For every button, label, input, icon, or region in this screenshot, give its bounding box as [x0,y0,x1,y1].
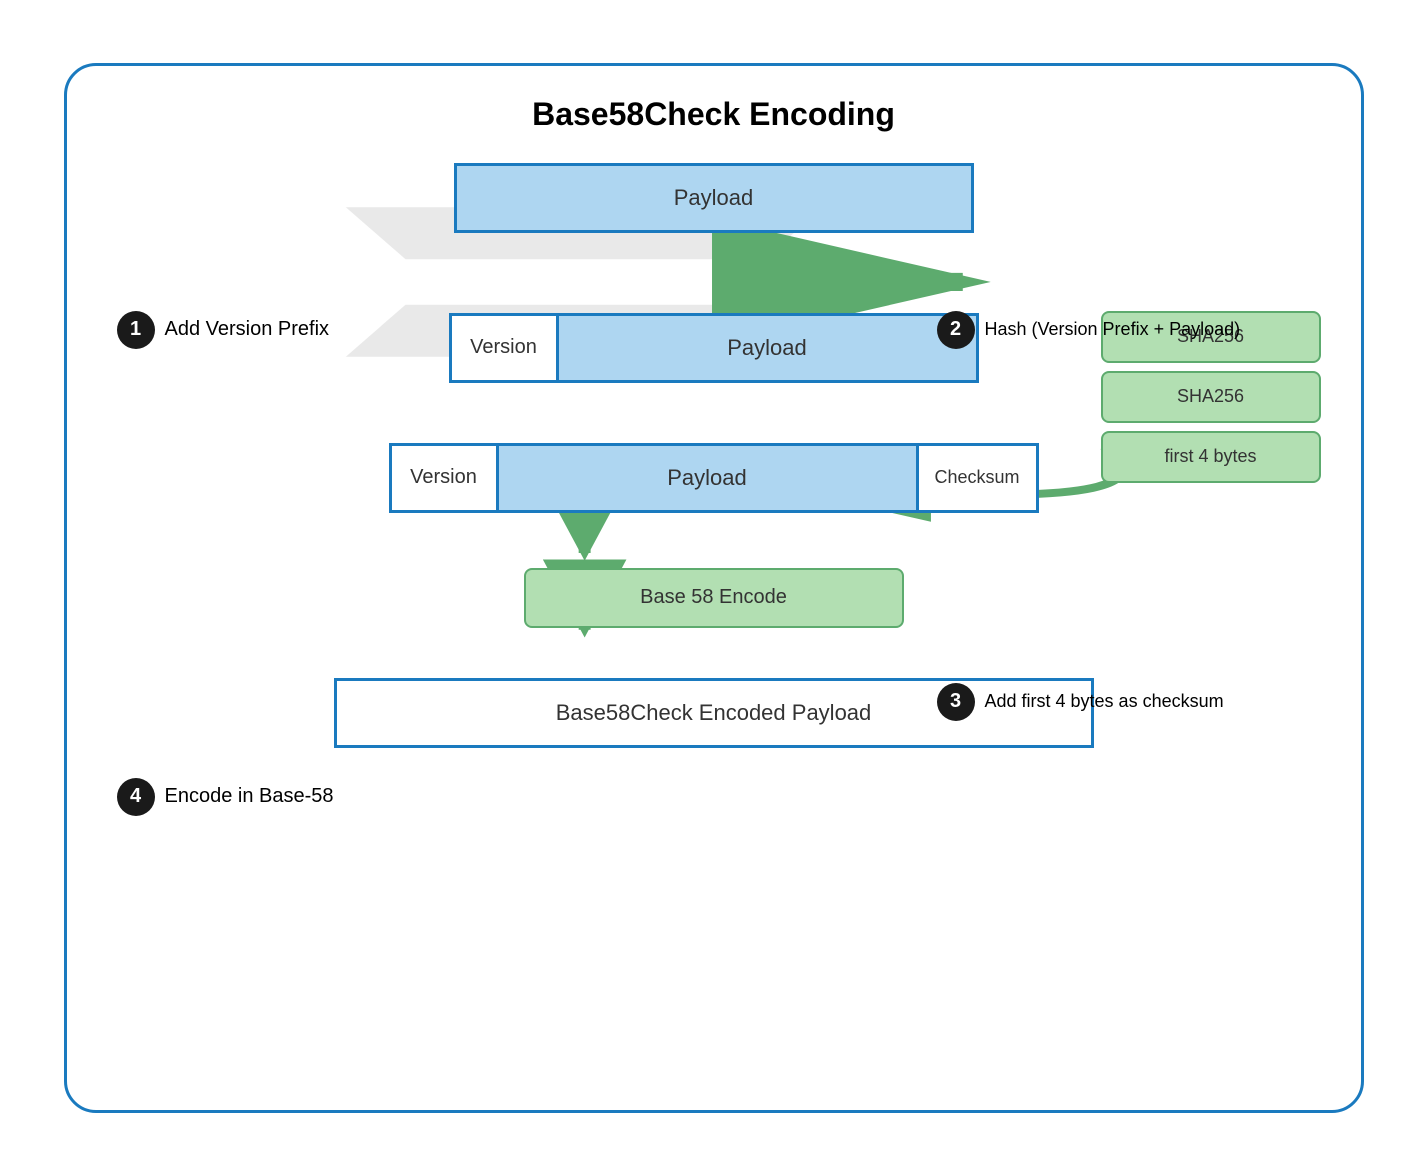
layout-wrapper: 1 Add Version Prefix 2 Hash (Version Pre… [107,163,1321,748]
version-box-bottom: Version [389,443,499,513]
payload-top-box: Payload [454,163,974,233]
version-box-mid: Version [449,313,559,383]
checksum-box: Checksum [919,443,1039,513]
base58-encode-box: Base 58 Encode [524,568,904,628]
payload-bottom-box: Payload [499,443,919,513]
arrow-gap-2 [107,628,1321,678]
step3-label: Add first 4 bytes as checksum [985,691,1224,712]
funnel-gap-1 [107,233,1321,313]
arrow-gap-1 [107,513,1321,568]
step2-label: Hash (Version Prefix + Payload) [985,319,1241,340]
step1-badge: 1 Add Version Prefix [117,311,330,349]
step4-circle: 4 [117,778,155,816]
step1-label: Add Version Prefix [165,318,330,341]
diagram-container: Base58Check Encoding [64,63,1364,1113]
diagram-title: Base58Check Encoding [107,96,1321,133]
step2-circle: 2 [937,311,975,349]
first-bytes-box: first 4 bytes [1101,431,1321,483]
base58-row: Base 58 Encode [107,568,1321,628]
step1-circle: 1 [117,311,155,349]
step4-badge: 4 Encode in Base-58 [117,778,334,816]
step3-circle: 3 [937,683,975,721]
step4-label: Encode in Base-58 [165,785,334,808]
step2-badge: 2 Hash (Version Prefix + Payload) [937,311,1241,349]
sha256-box-2: SHA256 [1101,371,1321,423]
step3-badge: 3 Add first 4 bytes as checksum [937,683,1224,721]
payload-mid-box: Payload [559,313,979,383]
row-payload-top: Payload [107,163,1321,233]
